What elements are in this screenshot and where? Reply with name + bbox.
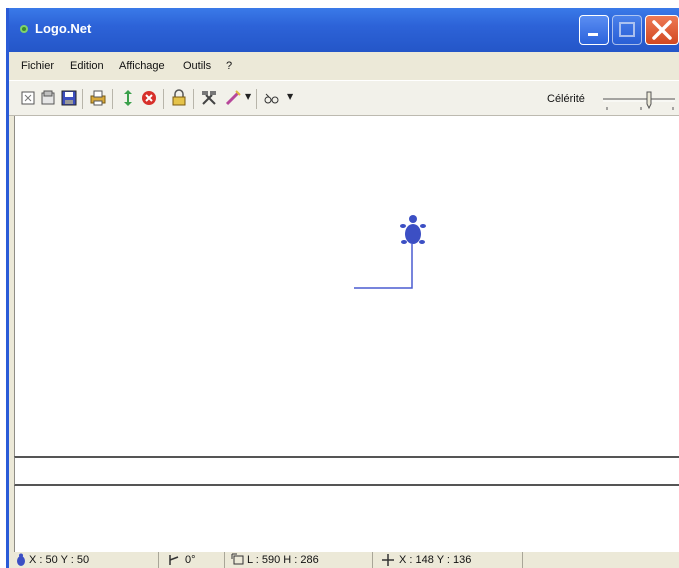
turtle-position-icon [17, 553, 25, 566]
menu-bar: Fichier Edition Affichage Outils ? [9, 52, 679, 80]
toolbar: ▼ ▼ Célérité [9, 80, 679, 116]
crosshair-icon [382, 554, 394, 566]
canvas-size-text: L : 590 H : 286 [247, 554, 319, 566]
status-bar: X : 50 Y : 50 0° L : 590 H : 286 X : 148… [9, 552, 679, 568]
turtle-view-icon[interactable] [263, 89, 281, 107]
turtle-trail [354, 244, 413, 289]
window-title: Logo.Net [35, 21, 92, 36]
menu-affichage[interactable]: Affichage [119, 60, 165, 72]
toolbar-separator [82, 89, 83, 109]
status-heading: 0° [159, 552, 225, 568]
turtle-position-text: X : 50 Y : 50 [29, 554, 90, 566]
menu-outils[interactable]: Outils [183, 60, 211, 72]
menu-edition[interactable]: Edition [70, 60, 104, 72]
command-input-box[interactable] [14, 456, 679, 486]
open-icon[interactable] [39, 89, 57, 107]
close-icon [652, 20, 672, 40]
menu-help[interactable]: ? [226, 60, 232, 72]
title-bar[interactable]: Logo.Net [9, 8, 679, 52]
turtle-icon [400, 215, 426, 244]
close-button[interactable] [645, 15, 679, 45]
pen-icon[interactable] [224, 89, 242, 107]
lock-icon[interactable] [170, 89, 188, 107]
status-cursor-position: X : 148 Y : 136 [373, 552, 523, 568]
speed-slider[interactable] [601, 89, 677, 111]
refresh-icon[interactable] [119, 89, 137, 107]
pen-dropdown-icon[interactable]: ▼ [245, 92, 251, 101]
app-logo-icon [20, 25, 28, 33]
status-turtle-position: X : 50 Y : 50 [9, 552, 159, 568]
maximize-button[interactable] [612, 15, 642, 45]
stop-icon[interactable] [140, 89, 158, 107]
drawing-canvas[interactable] [14, 116, 679, 456]
toolbar-separator [256, 89, 257, 109]
command-input[interactable] [15, 458, 679, 484]
heading-icon [169, 555, 179, 565]
minimize-button[interactable] [579, 15, 609, 45]
toolbar-separator [163, 89, 164, 109]
heading-text: 0° [185, 554, 196, 566]
view-dropdown-icon[interactable]: ▼ [287, 92, 293, 101]
cursor-position-text: X : 148 Y : 136 [399, 554, 472, 566]
canvas-size-icon [231, 553, 244, 565]
save-icon[interactable] [60, 89, 78, 107]
app-window: Logo.Net Fichier Edition Affichage Outil… [6, 8, 679, 568]
new-icon[interactable] [19, 89, 37, 107]
speed-label: Célérité [547, 93, 585, 105]
toolbar-separator [112, 89, 113, 109]
tools-icon[interactable] [200, 89, 218, 107]
maximize-icon [619, 22, 635, 37]
minimize-icon [588, 33, 598, 36]
output-area[interactable] [14, 486, 679, 552]
print-icon[interactable] [89, 89, 107, 107]
status-canvas-size: L : 590 H : 286 [225, 552, 373, 568]
turtle-drawing [354, 215, 426, 289]
menu-fichier[interactable]: Fichier [21, 60, 54, 72]
toolbar-separator [193, 89, 194, 109]
